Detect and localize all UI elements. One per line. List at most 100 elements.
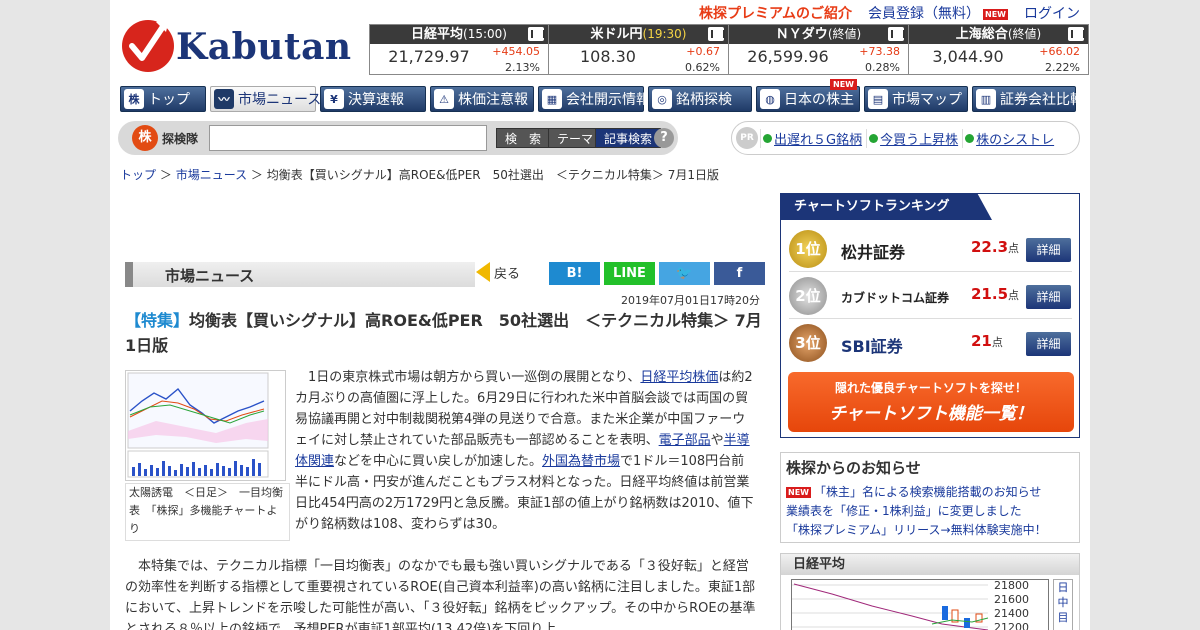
notice-item[interactable]: 業績表を「修正・1株利益」に変更しました — [786, 502, 1022, 519]
detail-button[interactable]: 詳細 — [1026, 285, 1071, 309]
search-input[interactable] — [209, 125, 487, 151]
breadcrumb: トップ ＞ 市場ニュース ＞ 均衡表【買いシグナル】高ROE&低PER 50社選… — [120, 166, 719, 183]
axis-label: 21600 — [994, 593, 1029, 606]
chart-icon[interactable] — [528, 27, 545, 41]
market-tickers: 日経平均(15:00) 21,729.97 +454.05 2.13% 米ドル円… — [369, 24, 1090, 75]
ticker-usdjpy[interactable]: 米ドル円(19:30) 108.30 +0.67 0.62% — [549, 24, 729, 75]
range-tab-mid[interactable]: 中 — [1054, 595, 1072, 610]
ticker-shanghai[interactable]: 上海総合(終値) 3,044.90 +66.02 2.22% — [909, 24, 1089, 75]
notice-item[interactable]: NEW 「株主」名による検索機能搭載のお知らせ — [786, 483, 1041, 500]
nikkei-range-tabs[interactable]: 日 中 目 — [1053, 579, 1073, 630]
nav-earnings[interactable]: ¥ 決算速報 — [320, 86, 426, 112]
warning-icon: ⚠ — [434, 89, 454, 109]
search-label: 探検隊 — [162, 132, 199, 146]
pr-tag: PR — [736, 127, 758, 149]
chart-icon[interactable] — [1068, 27, 1085, 41]
kabutan-notices: 株探からのお知らせ NEW 「株主」名による検索機能搭載のお知らせ 業績表を「修正… — [780, 452, 1080, 543]
line-share-button[interactable]: LINE — [604, 262, 655, 285]
ticker-change: +73.38 — [859, 45, 900, 58]
nav-broker-compare[interactable]: ▥ 証券会社比較 — [972, 86, 1084, 112]
ticker-percent: 0.62% — [685, 61, 720, 74]
axis-label: 21400 — [994, 607, 1029, 620]
nav-label: 日本の株主 — [784, 92, 854, 108]
chart-icon[interactable] — [888, 27, 905, 41]
range-tab-day[interactable]: 日 — [1054, 580, 1072, 595]
search-button[interactable]: 検 索 — [496, 128, 551, 148]
ranking-row[interactable]: 3位 SBI証券 21点 詳細 — [789, 320, 1072, 366]
banner-line-2: チャートソフト機能一覧！ — [829, 404, 1033, 424]
premium-link[interactable]: 株探プレミアムのご紹介 — [699, 3, 852, 23]
pr-link-5g[interactable]: 出遅れ５G銘柄 — [760, 128, 866, 148]
nav-disclosure[interactable]: ▦ 会社開示情報 — [538, 86, 650, 112]
nikkei-mini-chart[interactable]: 21800 21600 21400 21200 — [791, 579, 1049, 630]
ticker-nydow[interactable]: ＮＹダウ(終値) 26,599.96 +73.38 0.28% — [729, 24, 909, 75]
chart-caption: 太陽誘電 ＜日足＞ 一目均衡表 「株探」多機能チャートより — [125, 483, 290, 541]
register-link[interactable]: 会員登録（無料） NEW — [868, 3, 1008, 23]
breadcrumb-section[interactable]: 市場ニュース — [176, 168, 247, 182]
ticker-name: 上海総合 — [955, 27, 1008, 42]
nikkei-widget: 日経平均 21800 21600 21400 21200 日 中 目 — [780, 553, 1080, 630]
range-tab-eye[interactable]: 目 — [1054, 610, 1072, 625]
arrow-icon — [869, 133, 879, 143]
ranking-row[interactable]: 2位 カブドットコム証券 21.5点 詳細 — [789, 273, 1072, 319]
nav-shareholders[interactable]: ◍ 日本の株主 NEW — [756, 79, 860, 112]
wave-chart-icon: 〰 — [214, 89, 234, 109]
article-paragraph-1: 1日の東京株式市場は朝方から買い一巡倒の展開となり、日経平均株価は約2カ月ぶりの… — [295, 370, 754, 532]
pr-link-systrade[interactable]: 株のシストレ — [962, 128, 1058, 148]
axis-label: 21200 — [994, 621, 1029, 630]
link-electronic-parts[interactable]: 電子部品 — [659, 433, 711, 448]
notice-item[interactable]: 「株探プレミアム」リリース→無料体験実施中！ — [786, 521, 1047, 538]
hatena-bookmark-button[interactable]: B! — [549, 262, 600, 285]
twitter-share-button[interactable]: 🐦 — [659, 262, 710, 285]
facebook-share-button[interactable]: f — [714, 262, 765, 285]
login-link[interactable]: ログイン — [1024, 3, 1080, 23]
broker-name: カブドットコム証券 — [841, 291, 950, 305]
nav-market-news[interactable]: 〰市場ニュース — [210, 86, 321, 112]
theme-button[interactable]: テーマ — [548, 128, 603, 148]
article-paragraph-2: 本特集では、テクニカル指標「一目均衡表」のなかでも最も強い買いシグナルである「３… — [125, 559, 756, 630]
detail-button[interactable]: 詳細 — [1026, 238, 1071, 262]
broker-name: 松井証券 — [841, 243, 906, 262]
nav-top[interactable]: 株トップ — [120, 86, 206, 112]
kabutan-logo[interactable]: Kabutan — [122, 12, 351, 76]
ticker-name: ＮＹダウ — [775, 27, 828, 42]
ticker-time: (終値) — [1007, 27, 1042, 41]
link-nikkei-average[interactable]: 日経平均株価 — [640, 370, 718, 385]
pr-link-rising[interactable]: 今買う上昇株 — [866, 128, 962, 148]
article-date: 2019年07月01日17時20分 — [621, 294, 760, 307]
ranking-title: チャートソフトランキング — [780, 193, 992, 220]
page: Kabutan 株探プレミアムのご紹介 会員登録（無料） NEW ログイン 日経平… — [110, 0, 1090, 630]
building-icon: ▥ — [976, 89, 996, 109]
breadcrumb-sep: ＞ — [159, 168, 172, 182]
article-title: 【特集】均衡表【買いシグナル】高ROE&低PER 50社選出 ＜テクニカル特集＞… — [125, 311, 762, 355]
map-icon: ▤ — [868, 89, 888, 109]
nav-market-map[interactable]: ▤ 市場マップ — [864, 86, 968, 112]
chart-thumbnail[interactable] — [125, 370, 286, 481]
ranking-row[interactable]: 1位 松井証券 22.3点 詳細 — [789, 226, 1072, 272]
notice-title: 株探からのお知らせ — [786, 459, 921, 477]
ticker-nikkei[interactable]: 日経平均(15:00) 21,729.97 +454.05 2.13% — [369, 24, 549, 75]
broker-score: 22.3点 — [971, 238, 1020, 256]
ticker-change: +0.67 — [686, 45, 720, 58]
broker-name: SBI証券 — [841, 337, 903, 356]
search-bar: 株 探検隊 検 索 テーマ 記事検索 ? — [118, 121, 678, 155]
nav-label: 株価注意報 — [458, 92, 528, 108]
broker-score: 21点 — [971, 332, 1003, 350]
chart-software-list-banner[interactable]: 隠れた優良チャートソフトを探せ！ チャートソフト機能一覧！ — [788, 372, 1074, 432]
ticker-change: +454.05 — [492, 45, 540, 58]
link-forex-market[interactable]: 外国為替市場 — [542, 454, 620, 469]
detail-button[interactable]: 詳細 — [1026, 332, 1071, 356]
help-icon[interactable]: ? — [654, 128, 674, 148]
ticker-time: (15:00) — [463, 27, 507, 41]
chart-software-ranking: チャートソフトランキング 1位 松井証券 22.3点 詳細 2位 カブドットコム… — [780, 193, 1080, 438]
kabu-logo-icon: 株 — [132, 125, 158, 151]
article-search-button[interactable]: 記事検索 — [595, 128, 662, 148]
breadcrumb-top[interactable]: トップ — [120, 168, 156, 182]
nav-price-alert[interactable]: ⚠ 株価注意報 — [430, 86, 534, 112]
arrow-icon — [763, 133, 772, 143]
banner-line-1: 隠れた優良チャートソフトを探せ！ — [835, 381, 1027, 395]
back-button[interactable]: 戻る — [476, 262, 520, 282]
chart-icon[interactable] — [708, 27, 725, 41]
nav-stock-explorer[interactable]: ◎ 銘柄探検 — [648, 86, 752, 112]
person-icon: ◍ — [760, 89, 780, 109]
